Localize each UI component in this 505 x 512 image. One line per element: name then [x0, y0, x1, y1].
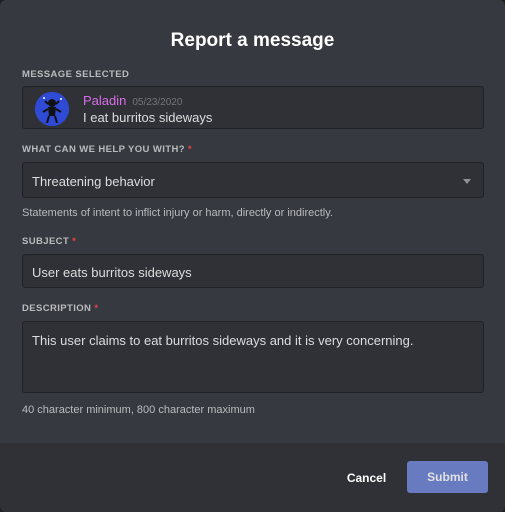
report-message-modal: Report a message MESSAGE SELECTED Paladi…: [0, 0, 505, 512]
modal-footer: Cancel Submit: [0, 443, 505, 512]
message-timestamp: 05/23/2020: [132, 97, 183, 108]
avatar: [35, 92, 69, 126]
subject-label: SUBJECT *: [22, 236, 77, 247]
description-value: This user claims to eat burritos sideway…: [32, 333, 414, 348]
subject-value: User eats burritos sideways: [32, 265, 192, 280]
category-help-text: Statements of intent to inflict injury o…: [22, 207, 333, 219]
message-selected-label: MESSAGE SELECTED: [22, 69, 130, 80]
category-selected-value: Threatening behavior: [32, 174, 155, 189]
selected-message: Paladin 05/23/2020 I eat burritos sideway…: [22, 86, 484, 129]
message-author: Paladin 05/23/2020: [83, 93, 182, 108]
category-dropdown[interactable]: Threatening behavior: [22, 162, 484, 198]
paladin-avatar-icon: [35, 92, 69, 126]
category-label: WHAT CAN WE HELP YOU WITH? *: [22, 144, 193, 155]
description-hint: 40 character minimum, 800 character maxi…: [22, 404, 255, 416]
description-label: DESCRIPTION *: [22, 303, 99, 314]
chevron-down-icon: [463, 179, 471, 184]
description-textarea[interactable]: This user claims to eat burritos sideway…: [22, 321, 484, 393]
cancel-button[interactable]: Cancel: [338, 462, 395, 494]
submit-button[interactable]: Submit: [407, 461, 488, 493]
message-text: I eat burritos sideways: [83, 110, 213, 125]
subject-input[interactable]: User eats burritos sideways: [22, 254, 484, 288]
author-name: Paladin: [83, 93, 127, 108]
modal-title: Report a message: [170, 30, 335, 51]
